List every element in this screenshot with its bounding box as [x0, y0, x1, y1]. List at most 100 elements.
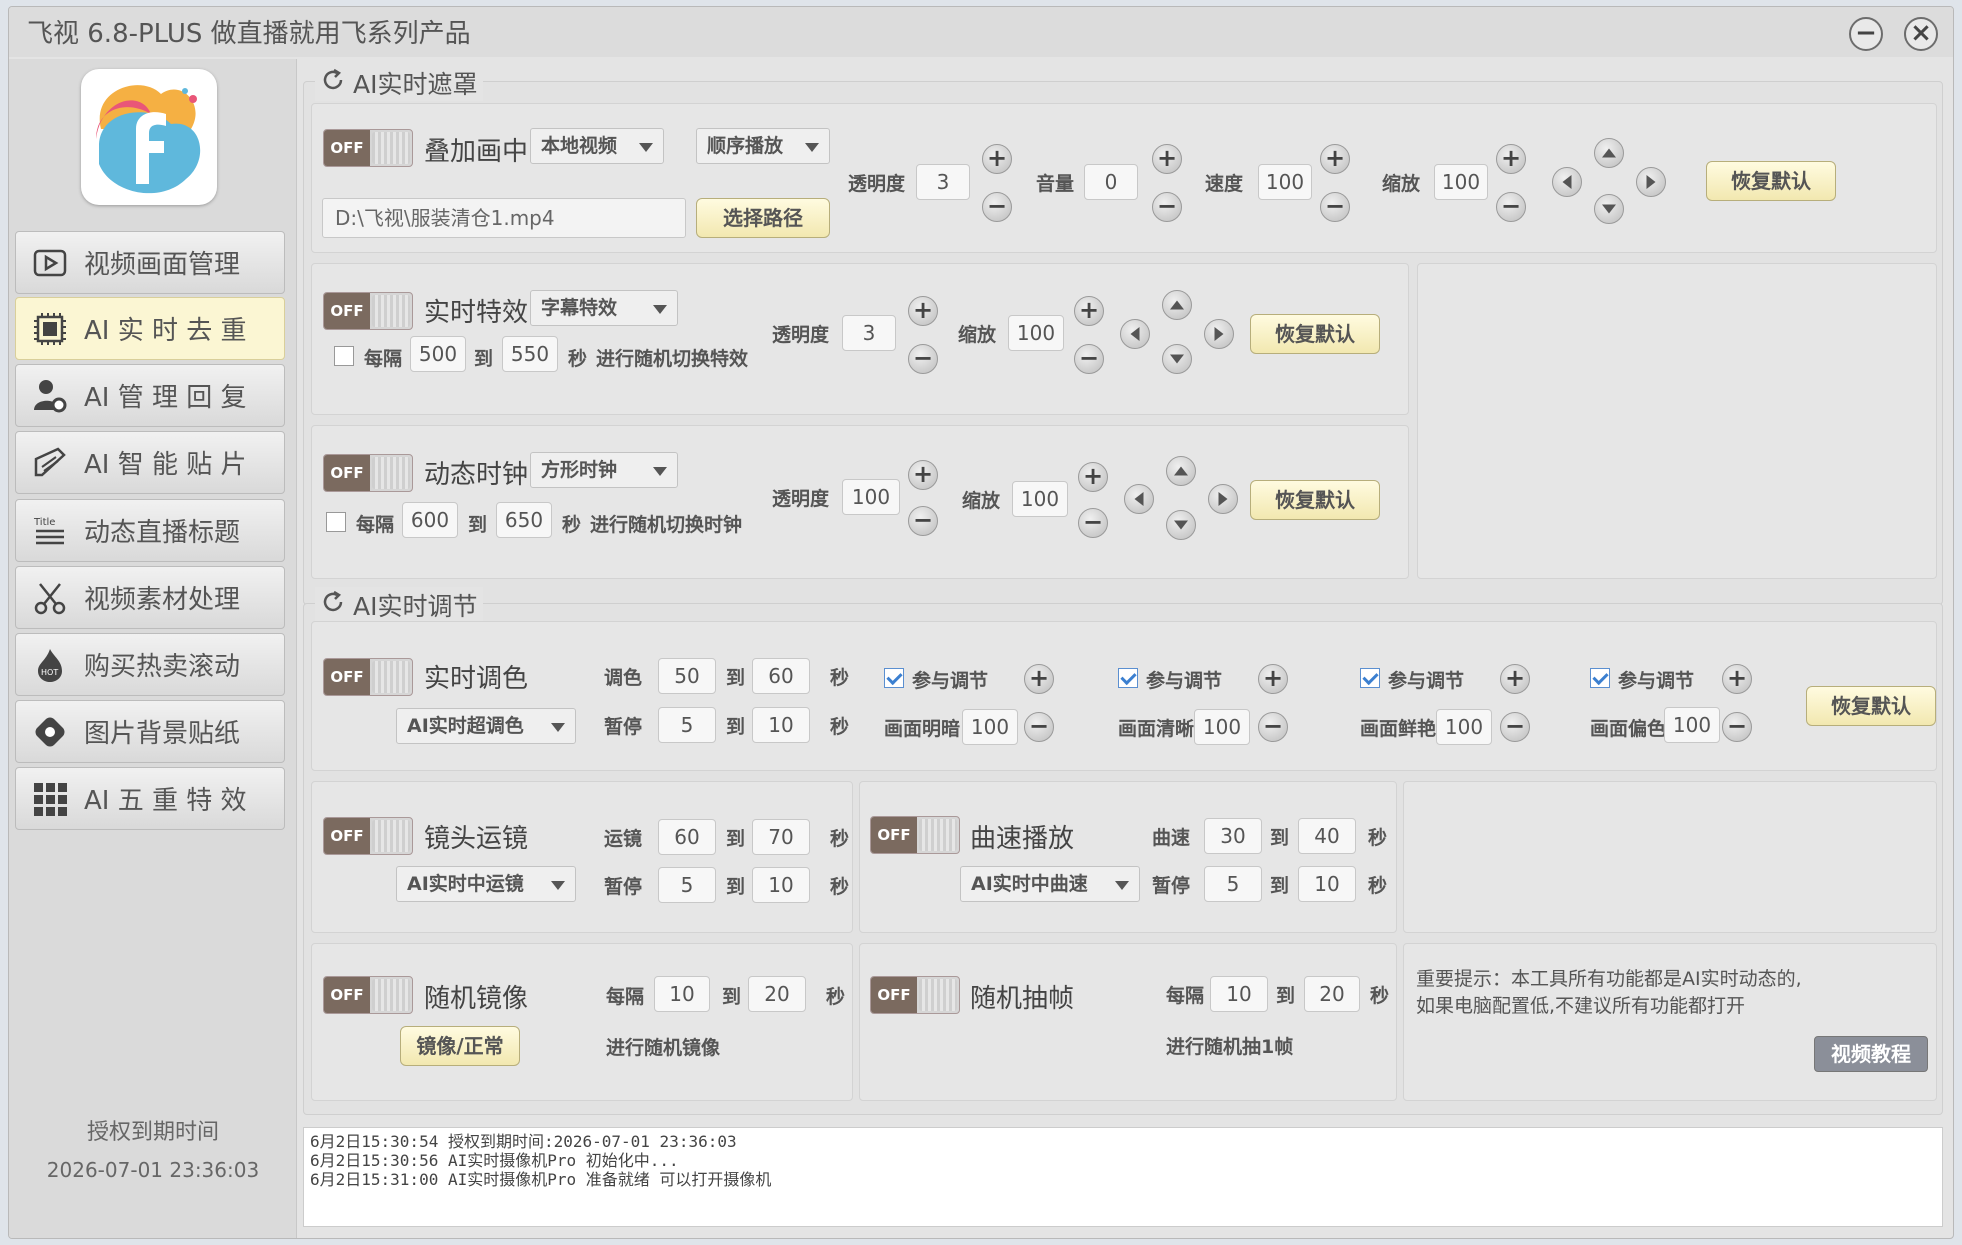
overlay-speed-field[interactable]: 100: [1258, 164, 1312, 200]
overlay-path-field[interactable]: D:\飞视\服装清仓1.mp4: [322, 198, 686, 238]
plus-icon[interactable]: +: [1500, 664, 1530, 694]
clock-to-field[interactable]: 650: [496, 502, 552, 538]
plus-icon[interactable]: +: [1722, 664, 1752, 694]
arrow-right-icon[interactable]: [1208, 484, 1238, 514]
curve-speed-from-field[interactable]: 30: [1204, 818, 1262, 854]
overlay-reset-button[interactable]: 恢复默认: [1706, 161, 1836, 201]
arrow-down-icon[interactable]: [1594, 194, 1624, 224]
arrow-down-icon[interactable]: [1162, 344, 1192, 374]
mirror-toggle[interactable]: OFF: [323, 976, 413, 1014]
effects-type-select[interactable]: 字幕特效: [530, 290, 678, 326]
clock-opacity-field[interactable]: 100: [842, 479, 900, 515]
lens-pause-from-field[interactable]: 5: [658, 867, 716, 903]
minus-icon[interactable]: −: [908, 344, 938, 374]
lens-move-from-field[interactable]: 60: [658, 819, 716, 855]
choose-path-button[interactable]: 选择路径: [696, 198, 830, 238]
arrow-left-icon[interactable]: [1124, 484, 1154, 514]
vivid-checkbox[interactable]: [1360, 668, 1380, 688]
clarity-checkbox[interactable]: [1118, 668, 1138, 688]
plus-icon[interactable]: +: [982, 144, 1012, 174]
curve-pause-from-field[interactable]: 5: [1204, 866, 1262, 902]
clock-reset-button[interactable]: 恢复默认: [1250, 480, 1380, 520]
arrow-right-icon[interactable]: [1636, 167, 1666, 197]
clarity-field[interactable]: 100: [1194, 709, 1250, 745]
brightness-field[interactable]: 100: [962, 709, 1018, 745]
sidebar-item-video[interactable]: 视频画面管理: [15, 231, 285, 294]
overlay-volume-field[interactable]: 0: [1084, 164, 1138, 200]
lens-mode-select[interactable]: AI实时中运镜: [396, 866, 576, 902]
close-button[interactable]: ×: [1904, 17, 1938, 51]
plus-icon[interactable]: +: [1078, 462, 1108, 492]
arrow-left-icon[interactable]: [1120, 319, 1150, 349]
minus-icon[interactable]: −: [1078, 508, 1108, 538]
vivid-field[interactable]: 100: [1436, 709, 1492, 745]
clock-scale-field[interactable]: 100: [1012, 481, 1068, 517]
minus-icon[interactable]: −: [1074, 344, 1104, 374]
plus-icon[interactable]: +: [1496, 144, 1526, 174]
sidebar-item-hot[interactable]: HOT 购买热卖滚动: [15, 633, 285, 696]
mirror-to-field[interactable]: 20: [748, 976, 806, 1012]
lens-move-to-field[interactable]: 70: [752, 819, 810, 855]
clock-type-select[interactable]: 方形时钟: [530, 452, 678, 488]
minus-icon[interactable]: −: [1024, 712, 1054, 742]
arrow-up-icon[interactable]: [1162, 290, 1192, 320]
color-mode-select[interactable]: AI实时超调色: [396, 708, 576, 744]
sidebar-item-patch[interactable]: AI 智 能 贴 片: [15, 431, 285, 494]
tone-from-field[interactable]: 50: [658, 658, 716, 694]
sidebar-item-material[interactable]: 视频素材处理: [15, 566, 285, 629]
overlay-mode-select[interactable]: 顺序播放: [696, 128, 830, 164]
plus-icon[interactable]: +: [1024, 664, 1054, 694]
color-toggle[interactable]: OFF: [323, 658, 413, 696]
minus-icon[interactable]: −: [982, 192, 1012, 222]
tone-to-field[interactable]: 60: [752, 658, 810, 694]
color-reset-button[interactable]: 恢复默认: [1806, 686, 1936, 726]
arrow-left-icon[interactable]: [1552, 167, 1582, 197]
brightness-checkbox[interactable]: [884, 668, 904, 688]
effects-opacity-field[interactable]: 3: [842, 315, 896, 351]
color-pause-to-field[interactable]: 10: [752, 707, 810, 743]
frame-toggle[interactable]: OFF: [870, 976, 960, 1014]
arrow-right-icon[interactable]: [1204, 319, 1234, 349]
frame-to-field[interactable]: 20: [1304, 976, 1360, 1012]
minus-icon[interactable]: −: [1320, 192, 1350, 222]
plus-icon[interactable]: +: [1152, 144, 1182, 174]
plus-icon[interactable]: +: [1258, 664, 1288, 694]
overlay-toggle[interactable]: OFF: [323, 129, 413, 167]
minus-icon[interactable]: −: [1152, 192, 1182, 222]
sidebar-item-reply[interactable]: AI 管 理 回 复: [15, 364, 285, 427]
lens-toggle[interactable]: OFF: [323, 817, 413, 855]
overlay-scale-field[interactable]: 100: [1434, 164, 1488, 200]
frame-from-field[interactable]: 10: [1210, 976, 1268, 1012]
curve-speed-to-field[interactable]: 40: [1298, 818, 1356, 854]
effects-reset-button[interactable]: 恢复默认: [1250, 314, 1380, 354]
tint-field[interactable]: 100: [1664, 707, 1720, 743]
effects-interval-checkbox[interactable]: [334, 346, 354, 366]
effects-to-field[interactable]: 550: [502, 336, 558, 372]
sidebar-item-effects[interactable]: AI 五 重 特 效: [15, 767, 285, 830]
mirror-mode-button[interactable]: 镜像/正常: [400, 1026, 520, 1066]
clock-interval-checkbox[interactable]: [326, 512, 346, 532]
arrow-down-icon[interactable]: [1166, 510, 1196, 540]
sidebar-item-dedupe[interactable]: AI 实 时 去 重: [15, 297, 285, 360]
effects-toggle[interactable]: OFF: [323, 292, 413, 330]
minimize-button[interactable]: −: [1849, 17, 1883, 51]
log-console[interactable]: 6月2日15:30:54 授权到期时间:2026-07-01 23:36:03 …: [303, 1127, 1943, 1227]
overlay-opacity-field[interactable]: 3: [916, 164, 970, 200]
lens-pause-to-field[interactable]: 10: [752, 867, 810, 903]
tint-checkbox[interactable]: [1590, 668, 1610, 688]
sidebar-item-sticker[interactable]: 图片背景贴纸: [15, 700, 285, 763]
tutorial-button[interactable]: 视频教程: [1814, 1036, 1928, 1072]
curve-mode-select[interactable]: AI实时中曲速: [960, 866, 1140, 902]
sidebar-item-title[interactable]: Title 动态直播标题: [15, 499, 285, 562]
mirror-from-field[interactable]: 10: [654, 976, 710, 1012]
plus-icon[interactable]: +: [1320, 144, 1350, 174]
color-pause-from-field[interactable]: 5: [658, 707, 716, 743]
effects-from-field[interactable]: 500: [410, 336, 466, 372]
overlay-source-select[interactable]: 本地视频: [530, 128, 664, 164]
plus-icon[interactable]: +: [1074, 296, 1104, 326]
plus-icon[interactable]: +: [908, 460, 938, 490]
minus-icon[interactable]: −: [908, 506, 938, 536]
effects-scale-field[interactable]: 100: [1008, 315, 1064, 351]
minus-icon[interactable]: −: [1722, 712, 1752, 742]
plus-icon[interactable]: +: [908, 296, 938, 326]
